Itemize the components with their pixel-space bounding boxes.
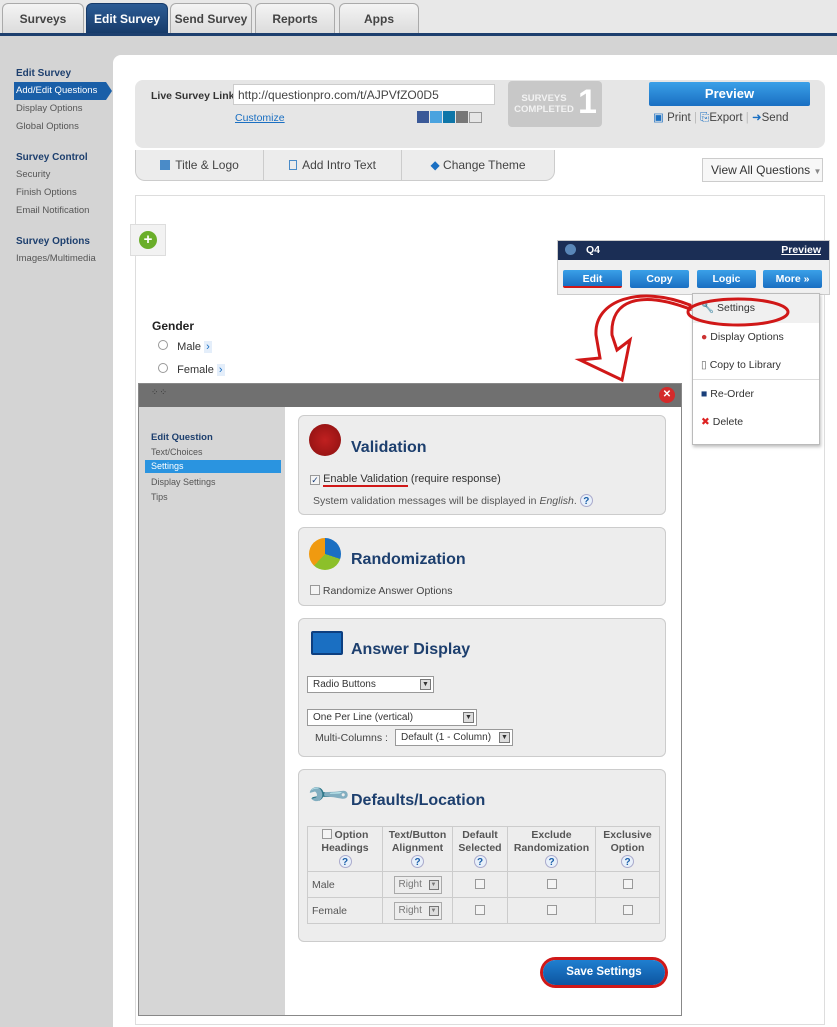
annotation-overlay <box>574 294 790 383</box>
highlight-ellipse <box>686 297 790 327</box>
annotation-arrow <box>574 294 692 383</box>
